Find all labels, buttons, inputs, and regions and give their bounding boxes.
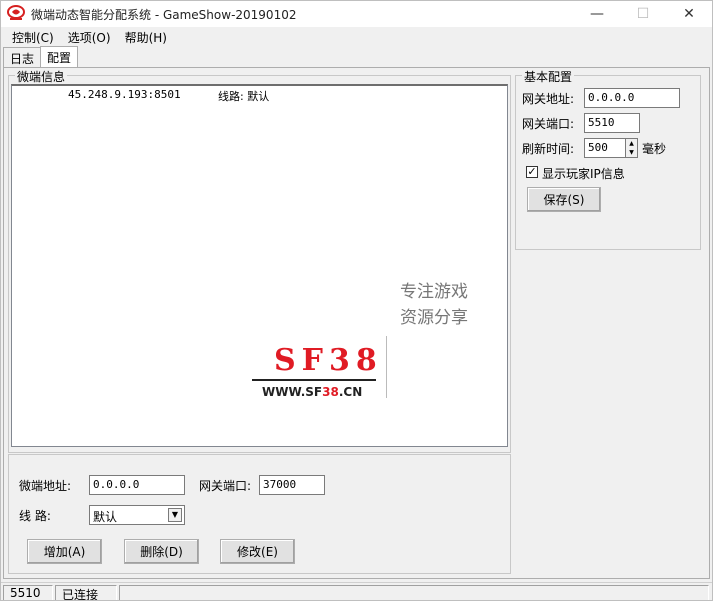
- watermark-logo: SF38: [274, 343, 383, 378]
- delete-button[interactable]: 删除(D): [124, 539, 199, 564]
- minimize-button[interactable]: —: [574, 1, 620, 27]
- watermark-url: WWW.SF38.CN: [262, 385, 363, 399]
- app-window: 微端动态智能分配系统 - GameShow-20190102 — ☐ ✕ 控制(…: [0, 0, 713, 601]
- status-bar: 5510 已连接: [1, 582, 712, 600]
- spin-down-icon[interactable]: ▼: [627, 149, 636, 157]
- menu-help[interactable]: 帮助(H): [118, 27, 174, 46]
- modify-button[interactable]: 修改(E): [220, 539, 295, 564]
- gateway-port-input[interactable]: 37000: [259, 475, 325, 495]
- address-label: 微端地址:: [19, 479, 72, 493]
- refresh-unit: 毫秒: [642, 142, 667, 156]
- line-select[interactable]: 默认 ▼: [89, 505, 185, 525]
- watermark-slogan-2: 资源分享: [400, 308, 468, 328]
- save-button[interactable]: 保存(S): [527, 187, 601, 212]
- status-port: 5510: [3, 585, 53, 600]
- status-connection: 已连接: [55, 585, 117, 600]
- gateway-port-label: 网关端口:: [522, 117, 575, 131]
- watermark-divider: [386, 336, 387, 398]
- gateway-address-input[interactable]: 0.0.0.0: [584, 88, 680, 108]
- app-logo-icon: [7, 5, 25, 20]
- window-title: 微端动态智能分配系统 - GameShow-20190102: [31, 8, 297, 22]
- close-button[interactable]: ✕: [666, 1, 712, 27]
- add-button[interactable]: 增加(A): [27, 539, 102, 564]
- list-item-address: 45.248.9.193:8501: [68, 88, 181, 101]
- chevron-down-icon[interactable]: ▼: [168, 508, 182, 522]
- spin-up-icon[interactable]: ▲: [627, 140, 636, 148]
- edit-group: 微端地址: 0.0.0.0 网关端口: 37000 线 路: 默认 ▼ 增加(A…: [8, 454, 511, 574]
- micro-info-list[interactable]: 45.248.9.193:8501 线路: 默认: [11, 84, 508, 447]
- tab-config[interactable]: 配置: [40, 46, 79, 68]
- micro-info-title: 微端信息: [15, 68, 68, 85]
- list-item-line: 线路: 默认: [218, 90, 270, 103]
- line-label: 线 路:: [19, 509, 51, 523]
- title-bar: 微端动态智能分配系统 - GameShow-20190102 — ☐ ✕: [1, 1, 712, 27]
- menu-control[interactable]: 控制(C): [5, 27, 61, 46]
- menu-bar: 控制(C) 选项(O) 帮助(H): [1, 27, 712, 46]
- maximize-button[interactable]: ☐: [620, 1, 666, 27]
- refresh-spinner[interactable]: ▲ ▼: [625, 138, 638, 158]
- tab-log[interactable]: 日志: [3, 47, 42, 67]
- menu-options[interactable]: 选项(O): [61, 27, 118, 46]
- basic-config-group: 基本配置 网关地址: 0.0.0.0 网关端口: 5510 刷新时间: 500 …: [515, 68, 701, 250]
- port-label: 网关端口:: [199, 479, 252, 493]
- watermark-slogan-1: 专注游戏: [400, 282, 468, 302]
- config-panel: 微端信息 45.248.9.193:8501 线路: 默认 SF38 WWW.S…: [3, 67, 710, 579]
- line-select-value: 默认: [93, 510, 118, 524]
- show-ip-checkbox[interactable]: ✓: [526, 166, 538, 178]
- gateway-port-field[interactable]: 5510: [584, 113, 640, 133]
- refresh-label: 刷新时间:: [522, 142, 575, 156]
- basic-config-title: 基本配置: [522, 68, 575, 85]
- micro-info-group: 微端信息 45.248.9.193:8501 线路: 默认: [8, 68, 511, 453]
- micro-address-input[interactable]: 0.0.0.0: [89, 475, 185, 495]
- tab-strip: 日志 配置: [3, 46, 79, 68]
- refresh-interval-input[interactable]: 500: [584, 138, 626, 158]
- show-ip-label: 显示玩家IP信息: [542, 167, 625, 181]
- list-item[interactable]: 45.248.9.193:8501 线路: 默认: [68, 88, 269, 103]
- gateway-address-label: 网关地址:: [522, 92, 575, 106]
- watermark-underline: [252, 379, 376, 381]
- status-empty: [119, 585, 709, 600]
